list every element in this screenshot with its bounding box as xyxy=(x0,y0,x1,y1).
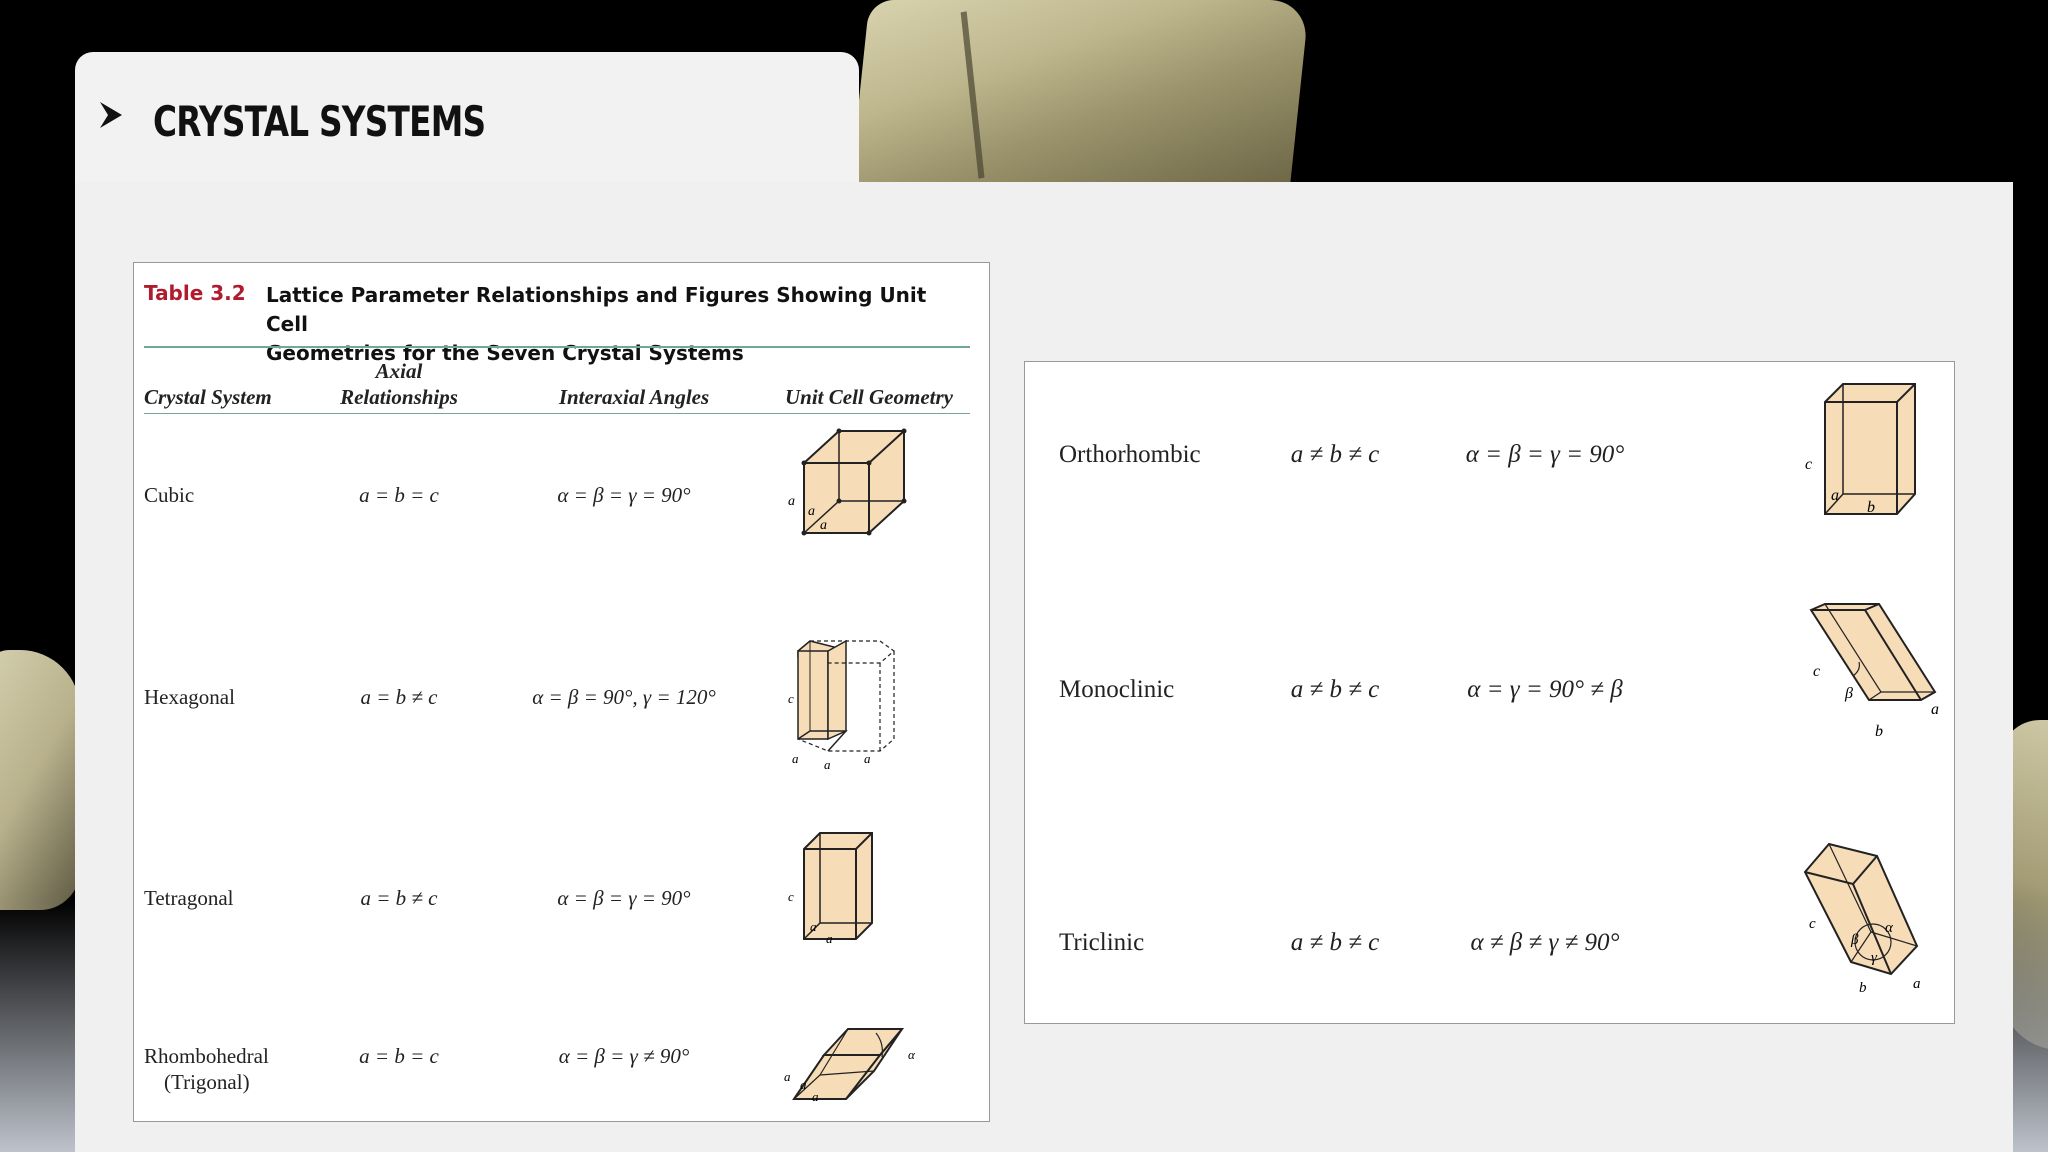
slide-title: CRYSTAL SYSTEMS xyxy=(153,97,486,146)
row-rhombohedral-angles: α = β = γ ≠ 90° xyxy=(558,1044,690,1068)
mono-label-b: b xyxy=(1875,723,1883,740)
row-tetragonal-system: Tetragonal xyxy=(144,886,234,910)
row-rhombohedral-system-line2: (Trigonal) xyxy=(164,1070,250,1094)
ortho-label-a: a xyxy=(1831,487,1839,504)
cubic-label-a1: a xyxy=(788,494,795,509)
row-rhombohedral-system: Rhombohedral xyxy=(144,1044,269,1068)
row-hexagonal-system: Hexagonal xyxy=(144,685,235,709)
row-triclinic-axial: a ≠ b ≠ c xyxy=(1290,929,1380,956)
rhombo-label-a3: a xyxy=(812,1089,819,1104)
row-tetragonal-angles: α = β = γ = 90° xyxy=(557,886,691,910)
tri-label-b: b xyxy=(1859,980,1867,996)
row-orthorhombic-angles: α = β = γ = 90° xyxy=(1465,441,1625,468)
tetra-label-a1: a xyxy=(810,919,817,934)
col-head-angles: Interaxial Angles xyxy=(558,385,710,409)
mono-label-beta: β xyxy=(1844,685,1853,702)
tri-label-alpha2: a xyxy=(1913,976,1921,992)
triclinic-unit-cell-figure: c β α γ b a xyxy=(1803,842,1921,996)
table-caption: Lattice Parameter Relationships and Figu… xyxy=(266,281,966,368)
hex-label-a1: a xyxy=(792,751,799,766)
row-orthorhombic-system: Orthorhombic xyxy=(1059,441,1201,468)
row-monoclinic-system: Monoclinic xyxy=(1059,676,1175,703)
row-monoclinic-axial: a ≠ b ≠ c xyxy=(1290,676,1380,703)
hexagonal-unit-cell-figure: c a a a xyxy=(788,639,895,772)
row-triclinic-angles: α ≠ β ≠ γ ≠ 90° xyxy=(1470,929,1620,956)
arrow-bullet-icon xyxy=(100,102,122,128)
rhombo-label-a2: a xyxy=(800,1077,807,1092)
hex-label-a3: a xyxy=(864,751,871,766)
table-caption-line1: Lattice Parameter Relationships and Figu… xyxy=(266,283,927,336)
rhombohedral-unit-cell-figure: a a a α xyxy=(784,1028,916,1104)
caption-rule xyxy=(144,346,970,348)
col-head-system: Crystal System xyxy=(144,385,272,409)
row-tetragonal-axial: a = b ≠ c xyxy=(360,886,438,910)
tetra-label-c: c xyxy=(788,889,794,904)
ortho-label-c: c xyxy=(1805,456,1812,473)
tetragonal-unit-cell-figure: c a a xyxy=(788,832,873,946)
row-orthorhombic-axial: a ≠ b ≠ c xyxy=(1290,441,1380,468)
row-cubic-angles: α = β = γ = 90° xyxy=(557,483,691,507)
crystal-table-left: Table 3.2 Lattice Parameter Relationship… xyxy=(133,262,990,1122)
monoclinic-unit-cell-figure: c β b a xyxy=(1809,603,1939,740)
col-head-axial-line1: Axial xyxy=(375,359,423,383)
crystal-rock-left xyxy=(0,650,80,910)
rhombo-label-alpha: α xyxy=(908,1047,916,1062)
rhombo-label-a1: a xyxy=(784,1069,791,1084)
crystal-rock-top xyxy=(850,0,1310,182)
mono-label-a: a xyxy=(1931,701,1939,718)
col-head-axial: Axial Relationships xyxy=(294,358,504,410)
tri-label-alpha1: α xyxy=(1885,920,1894,936)
hex-label-c: c xyxy=(788,691,794,706)
cubic-label-a2: a xyxy=(808,504,815,519)
row-monoclinic-angles: α = γ = 90° ≠ β xyxy=(1467,676,1623,703)
col-head-geometry: Unit Cell Geometry xyxy=(785,385,953,409)
row-hexagonal-angles: α = β = 90°, γ = 120° xyxy=(532,685,716,709)
table-caption-label: Table 3.2 xyxy=(144,281,246,305)
tetra-label-a2: a xyxy=(826,931,833,946)
hex-label-a2: a xyxy=(824,757,831,772)
mono-label-c: c xyxy=(1813,663,1820,680)
tri-label-c: c xyxy=(1809,916,1816,932)
row-cubic-system: Cubic xyxy=(144,483,195,507)
crystal-table-right: Orthorhombic a ≠ b ≠ c α = β = γ = 90° c… xyxy=(1024,361,1955,1024)
col-head-axial-line2: Relationships xyxy=(340,385,458,409)
header-rule xyxy=(144,413,970,414)
ortho-label-b: b xyxy=(1867,499,1875,516)
row-triclinic-system: Triclinic xyxy=(1059,929,1145,956)
row-cubic-axial: a = b = c xyxy=(359,483,439,507)
row-hexagonal-axial: a = b ≠ c xyxy=(360,685,438,709)
orthorhombic-unit-cell-figure: c a b xyxy=(1805,383,1916,516)
tri-label-beta: β xyxy=(1850,932,1859,948)
cubic-label-a3: a xyxy=(820,518,827,533)
cubic-unit-cell-figure: a a a xyxy=(788,428,907,536)
row-rhombohedral-axial: a = b = c xyxy=(359,1044,439,1068)
